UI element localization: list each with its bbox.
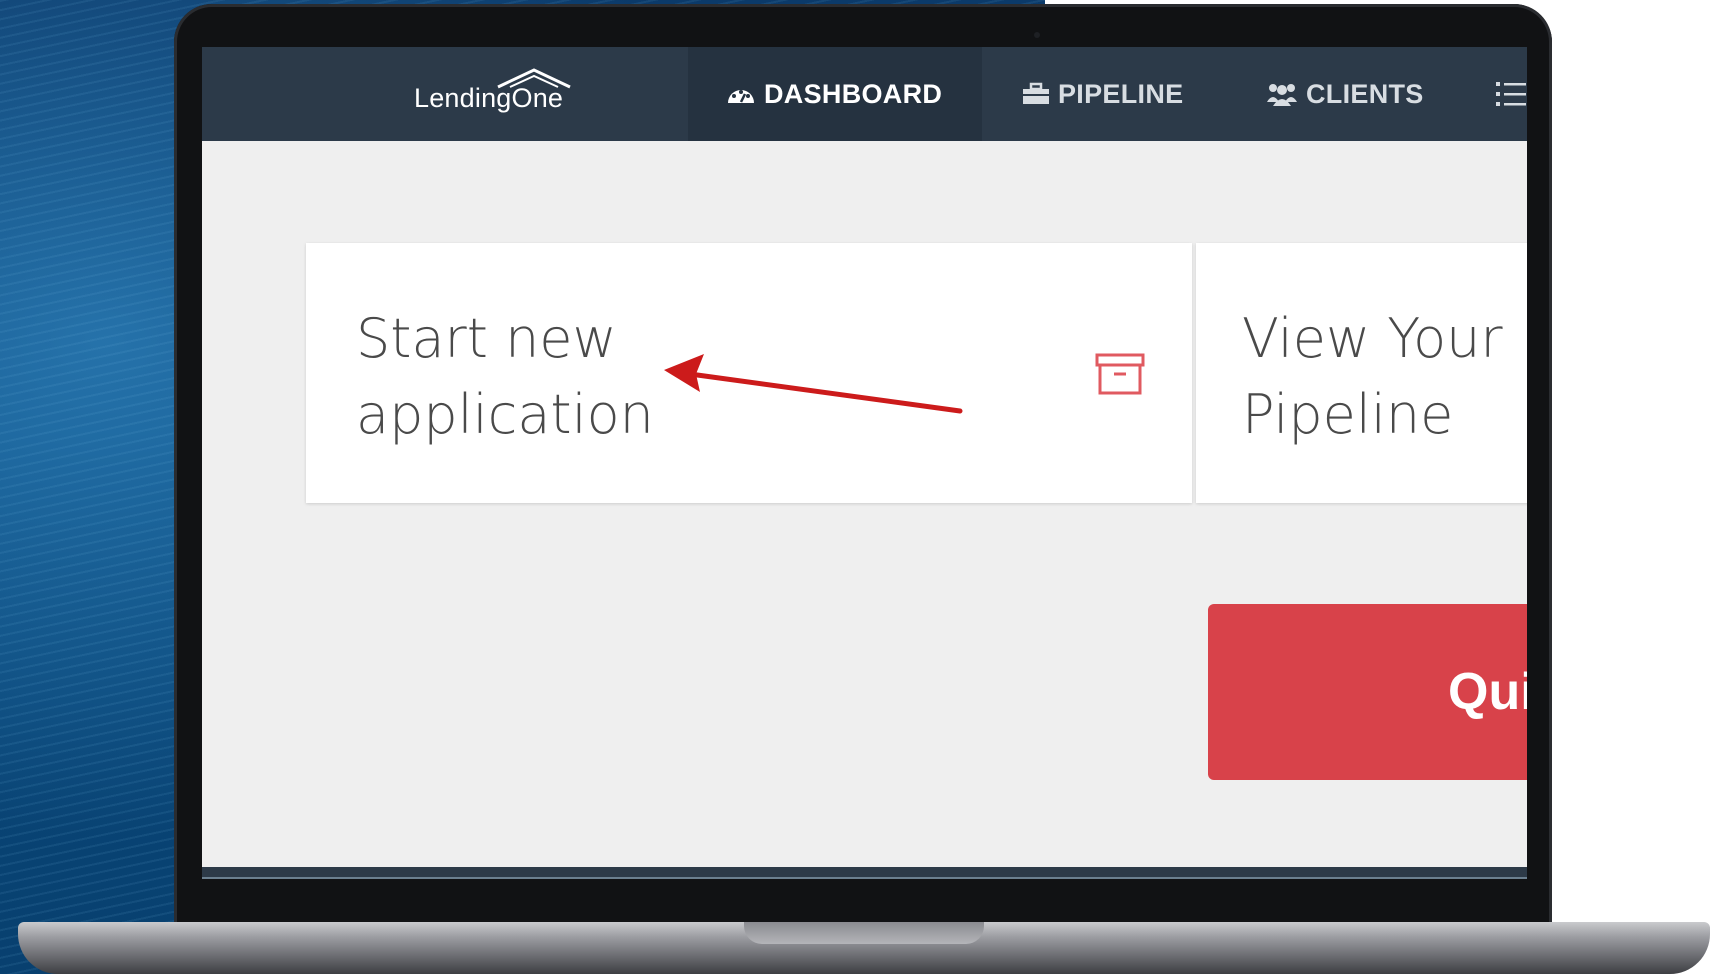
speedometer-icon: [726, 81, 756, 107]
red-arrow-annotation: [664, 354, 963, 414]
logo-text: LendingOne: [414, 83, 564, 113]
nav-clients-label: CLIENTS: [1306, 78, 1424, 109]
screen-bottom-bezel: [202, 867, 1527, 879]
nav-dashboard[interactable]: DASHBOARD: [688, 47, 982, 141]
camera-dot: [1034, 32, 1040, 38]
nav-more[interactable]: [1496, 47, 1527, 141]
laptop-notch: [744, 922, 984, 944]
view-pipeline-card[interactable]: View Your Pipeline: [1196, 243, 1527, 503]
view-pipeline-title: View Your Pipeline: [1242, 307, 1503, 446]
top-navbar: LendingOne DASHBOARD PIPELINE CLIENTS: [202, 47, 1527, 141]
lendingone-logo[interactable]: LendingOne: [410, 67, 590, 123]
nav-pipeline-label: PIPELINE: [1058, 78, 1184, 109]
briefcase-icon: [1022, 82, 1050, 106]
quick-action-button[interactable]: Qui: [1208, 604, 1527, 780]
nav-pipeline[interactable]: PIPELINE: [1022, 47, 1183, 141]
nav-dashboard-label: DASHBOARD: [764, 78, 943, 109]
nav-clients[interactable]: CLIENTS: [1266, 47, 1424, 141]
list-icon: [1496, 80, 1526, 108]
users-icon: [1266, 82, 1298, 106]
